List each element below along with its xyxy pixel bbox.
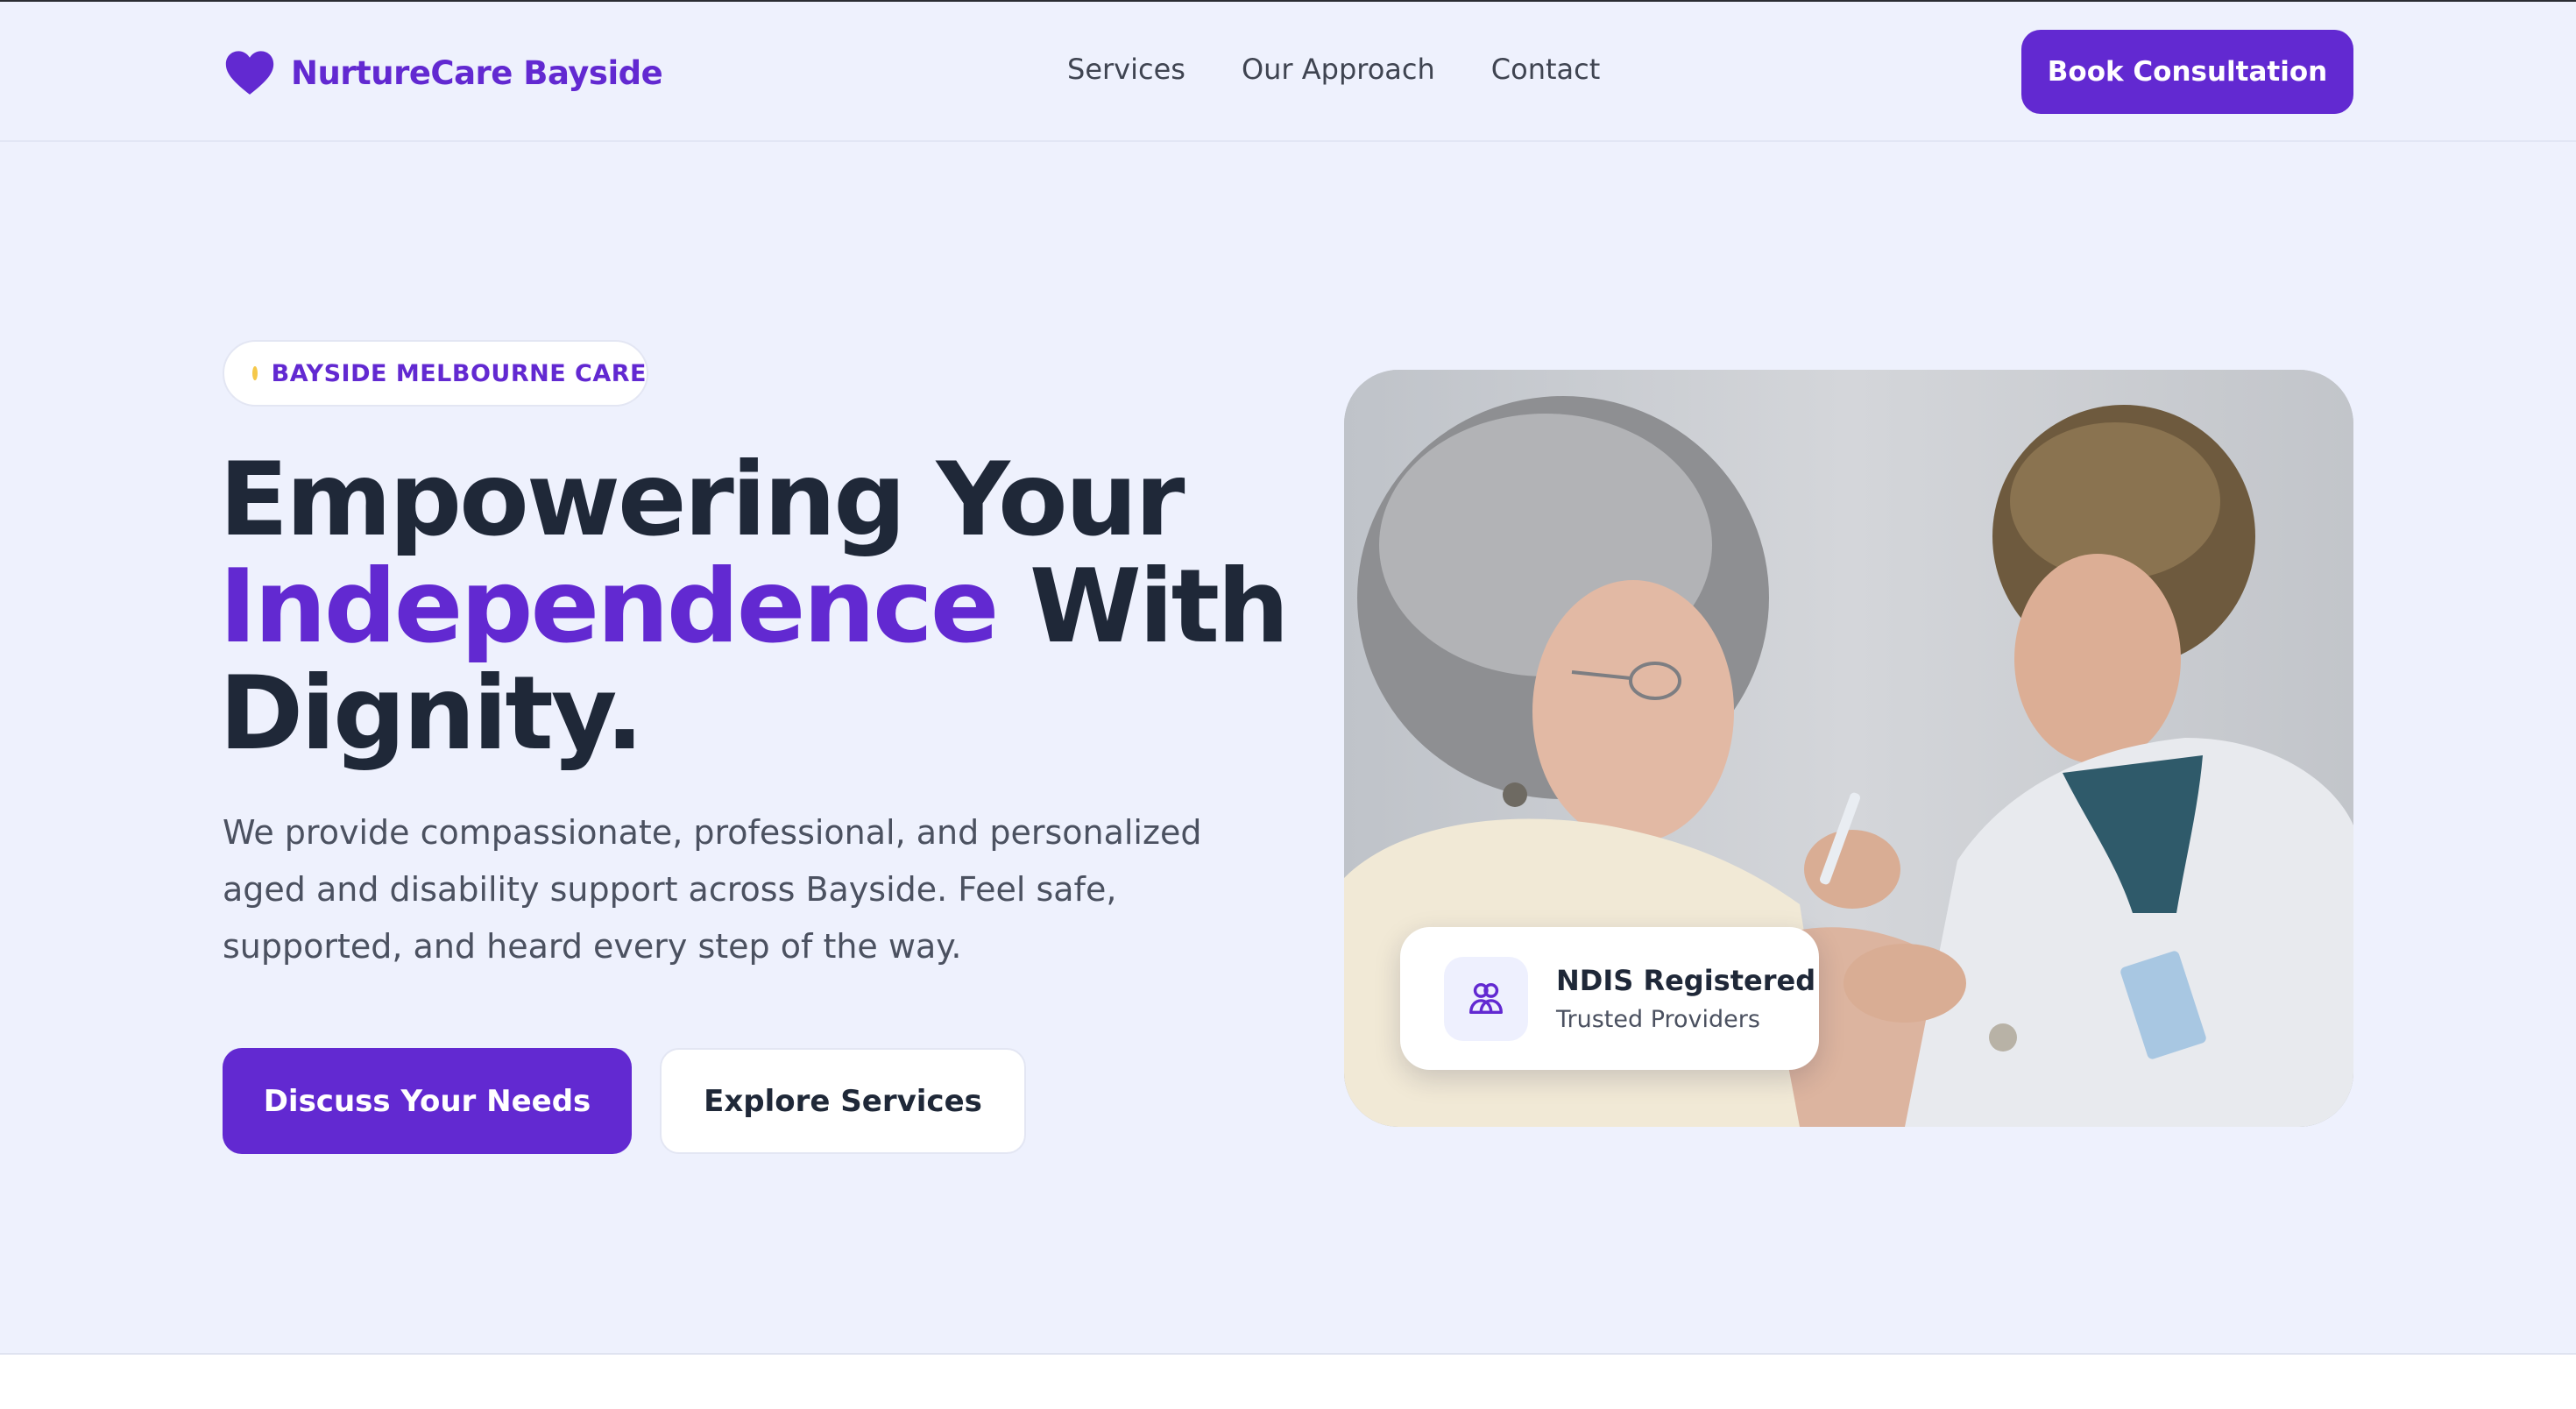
heart-icon [225, 51, 274, 95]
brand-logo[interactable]: NurtureCare Bayside [224, 47, 663, 98]
location-badge: BAYSIDE MELBOURNE CARE [223, 340, 648, 407]
nav-link-services[interactable]: Services [1067, 53, 1185, 86]
headline-line-2: Independence With [219, 554, 1290, 661]
headline-accent: Independence [219, 548, 999, 666]
users-icon [1469, 982, 1503, 1015]
next-section-edge [0, 1353, 2576, 1409]
nav-link-contact[interactable]: Contact [1491, 53, 1601, 86]
card-subtitle: Trusted Providers [1556, 1006, 1760, 1033]
card-icon-box [1444, 957, 1528, 1041]
headline-line-1: Empowering Your [219, 441, 1185, 559]
nav-link-our-approach[interactable]: Our Approach [1242, 53, 1435, 86]
card-title: NDIS Registered [1556, 964, 1816, 997]
headline-line-3: Dignity. [219, 655, 644, 773]
explore-services-button[interactable]: Explore Services [660, 1048, 1026, 1154]
main-nav: Services Our Approach Contact [1067, 53, 1600, 86]
book-consultation-button[interactable]: Book Consultation [2021, 30, 2353, 114]
hero-description: We provide compassionate, professional, … [223, 813, 1202, 966]
brand-name: NurtureCare Bayside [291, 53, 663, 92]
hero-headline: Empowering Your Independence With Dignit… [219, 441, 1290, 773]
badge-label: BAYSIDE MELBOURNE CARE [271, 359, 647, 387]
discuss-your-needs-button[interactable]: Discuss Your Needs [223, 1048, 632, 1154]
headline-line-2-rest: With [1029, 548, 1290, 666]
badge-dot-icon [252, 366, 258, 380]
site-header: NurtureCare Bayside Services Our Approac… [0, 2, 2576, 142]
ndis-registered-card: NDIS Registered Trusted Providers [1400, 927, 1819, 1070]
